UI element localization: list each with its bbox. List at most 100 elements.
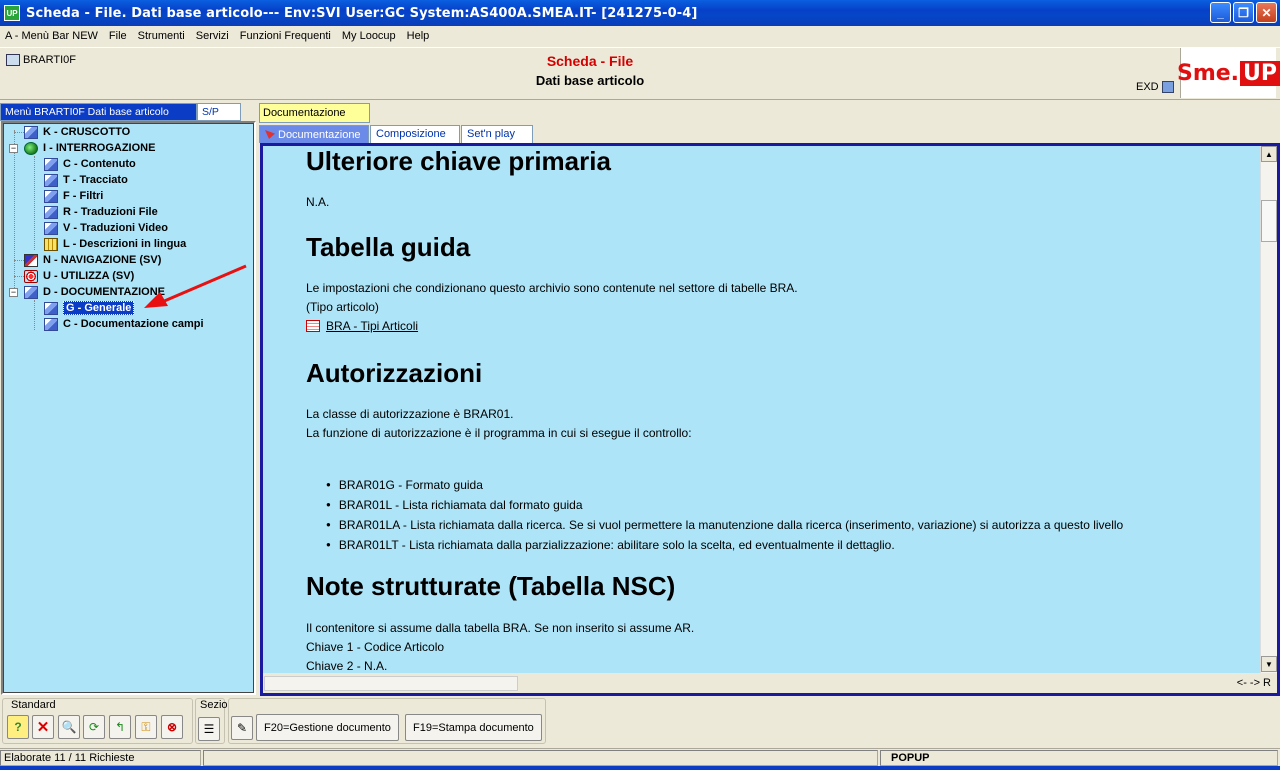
page-title: Scheda - File: [546, 53, 634, 69]
menu-my-loocup[interactable]: My Loocup: [342, 30, 396, 42]
refresh-icon: ⟳: [88, 720, 100, 734]
expander-documentazione[interactable]: −: [9, 288, 18, 297]
tab-sp[interactable]: S/P: [197, 103, 241, 121]
expander-interrogazione[interactable]: −: [9, 144, 18, 153]
exit-button[interactable]: ⊗: [161, 715, 183, 739]
content-tabs: Documentazione Composizione Set'n play: [259, 125, 534, 143]
tree-item-traduzioni-file[interactable]: R - Traduzioni File: [44, 204, 158, 220]
edit-icon: ✎: [236, 721, 248, 735]
page-icon: [44, 205, 58, 219]
tab-documentazione-top[interactable]: Documentazione: [259, 103, 370, 123]
tree-item-tracciato[interactable]: T - Tracciato: [44, 172, 128, 188]
tab-documentazione[interactable]: Documentazione: [259, 125, 369, 143]
group-label: Standard: [11, 699, 56, 711]
logo-text: Sme.: [1176, 60, 1240, 86]
horizontal-scrollbar[interactable]: [264, 676, 518, 691]
vertical-scrollbar[interactable]: ▲ ▼: [1260, 146, 1277, 673]
text-aut-1: La classe di autorizzazione è BRAR01.: [306, 407, 514, 421]
page-icon: [44, 317, 58, 331]
tab-menu[interactable]: Menù BRARTI0F Dati base articolo: [0, 103, 197, 121]
nav-arrows[interactable]: <- -> R: [1237, 677, 1271, 689]
status-middle: [203, 750, 878, 766]
exd-label: EXD: [1136, 81, 1159, 93]
toolbar-group-functions: ✎ F20=Gestione documento F19=Stampa docu…: [228, 698, 546, 744]
group-label: Sezio: [200, 699, 228, 711]
tree-item-utilizza[interactable]: U - UTILIZZA (SV): [24, 268, 134, 284]
tree-label: U - UTILIZZA (SV): [43, 270, 135, 282]
tree-label: C - Documentazione campi: [63, 318, 204, 330]
tree-item-generale[interactable]: G - Generale: [44, 300, 135, 316]
header-panel: BRARTI0F Scheda - File Dati base articol…: [0, 47, 1280, 100]
toolbar-group-standard: Standard ? ✕ 🔍 ⟳ ↰ ⚿ ⊗: [2, 698, 193, 744]
tree-item-interrogazione[interactable]: I - INTERROGAZIONE: [24, 140, 155, 156]
search-button[interactable]: 🔍: [58, 715, 80, 739]
section-button[interactable]: ☰: [198, 717, 220, 741]
f19-stampa-documento-button[interactable]: F19=Stampa documento: [405, 714, 542, 741]
menu-funzioni-frequenti[interactable]: Funzioni Frequenti: [240, 30, 331, 42]
link-bra-tipi-articoli[interactable]: BRA - Tipi Articoli: [326, 319, 418, 333]
tree-item-documentazione-campi[interactable]: C - Documentazione campi: [44, 316, 204, 332]
list-icon: ☰: [203, 722, 215, 736]
taskbar-edge: [0, 766, 1280, 770]
exd-indicator[interactable]: EXD: [1136, 81, 1174, 93]
title-bar: UP Scheda - File. Dati base articolo--- …: [0, 0, 1280, 26]
refresh-button[interactable]: ⟳: [83, 715, 105, 739]
help-button[interactable]: ?: [7, 715, 29, 739]
document-status: <- -> R: [263, 675, 1277, 693]
scroll-thumb[interactable]: [1261, 200, 1277, 242]
cancel-button[interactable]: ✕: [32, 715, 54, 739]
page-icon: [24, 125, 38, 139]
grid-icon: [44, 237, 58, 251]
close-button[interactable]: ✕: [1256, 2, 1277, 23]
tree-item-filtri[interactable]: F - Filtri: [44, 188, 103, 204]
key-button[interactable]: ⚿: [135, 715, 157, 739]
menu-bar: A - Menù Bar NEW File Strumenti Servizi …: [0, 26, 1280, 46]
menu-strumenti[interactable]: Strumenti: [138, 30, 185, 42]
status-popup: POPUP: [880, 750, 1278, 766]
tree-label: T - Tracciato: [63, 174, 128, 186]
menu-servizi[interactable]: Servizi: [196, 30, 229, 42]
back-button[interactable]: ↰: [109, 715, 131, 739]
text-note-3: Chiave 2 - N.A.: [306, 659, 388, 673]
maximize-button[interactable]: ❐: [1233, 2, 1254, 23]
list-item: BRAR01G - Formato guida: [326, 476, 1123, 496]
globe-icon: [24, 141, 38, 155]
menu-bar-new[interactable]: A - Menù Bar NEW: [5, 30, 98, 42]
text-note-2: Chiave 1 - Codice Articolo: [306, 640, 445, 654]
tab-set-n-play[interactable]: Set'n play: [461, 125, 533, 143]
arrow-icon: ↰: [114, 720, 126, 734]
red-arrow-annotation: [144, 264, 247, 308]
tree-item-traduzioni-video[interactable]: V - Traduzioni Video: [44, 220, 168, 236]
minimize-button[interactable]: _: [1210, 2, 1231, 23]
tree-item-descrizioni-lingua[interactable]: L - Descrizioni in lingua: [44, 236, 186, 252]
navigation-icon: [24, 253, 38, 267]
page-icon: [44, 221, 58, 235]
authorization-list: BRAR01G - Formato guida BRAR01L - Lista …: [326, 476, 1123, 556]
logo-up: UP: [1240, 60, 1280, 86]
scroll-down-button[interactable]: ▼: [1261, 656, 1277, 672]
document-content[interactable]: Ulteriore chiave primaria N.A. Tabella g…: [263, 146, 1260, 673]
f20-gestione-documento-button[interactable]: F20=Gestione documento: [256, 714, 399, 741]
tree-label-selected: G - Generale: [63, 301, 135, 315]
tab-composizione[interactable]: Composizione: [370, 125, 460, 143]
tree-item-contenuto[interactable]: C - Contenuto: [44, 156, 136, 172]
heading-tabella-guida: Tabella guida: [306, 232, 471, 262]
list-item: BRAR01L - Lista richiamata dal formato g…: [326, 496, 1123, 516]
document-viewer: Ulteriore chiave primaria N.A. Tabella g…: [260, 143, 1280, 696]
status-bar: Elaborate 11 / 11 Richieste POPUP: [0, 748, 1280, 766]
scroll-up-button[interactable]: ▲: [1261, 146, 1277, 162]
list-item: BRAR01LA - Lista richiamata dalla ricerc…: [326, 516, 1123, 536]
tree-item-cruscotto[interactable]: K - CRUSCOTTO: [24, 124, 130, 140]
magnifier-icon: 🔍: [61, 720, 77, 734]
exd-icon: [1161, 81, 1174, 93]
tree-label: I - INTERROGAZIONE: [43, 142, 156, 154]
heading-autorizzazioni: Autorizzazioni: [306, 358, 483, 388]
menu-help[interactable]: Help: [407, 30, 430, 42]
menu-file[interactable]: File: [109, 30, 127, 42]
link-row: BRA - Tipi Articoli: [306, 319, 418, 333]
edit-doc-button[interactable]: ✎: [231, 716, 253, 740]
toolbar-group-sezio: Sezio ☰: [195, 698, 228, 744]
text-note-1: Il contenitore si assume dalla tabella B…: [306, 621, 695, 635]
tree-label: V - Traduzioni Video: [63, 222, 168, 234]
page-subtitle: Dati base articolo: [535, 73, 645, 88]
